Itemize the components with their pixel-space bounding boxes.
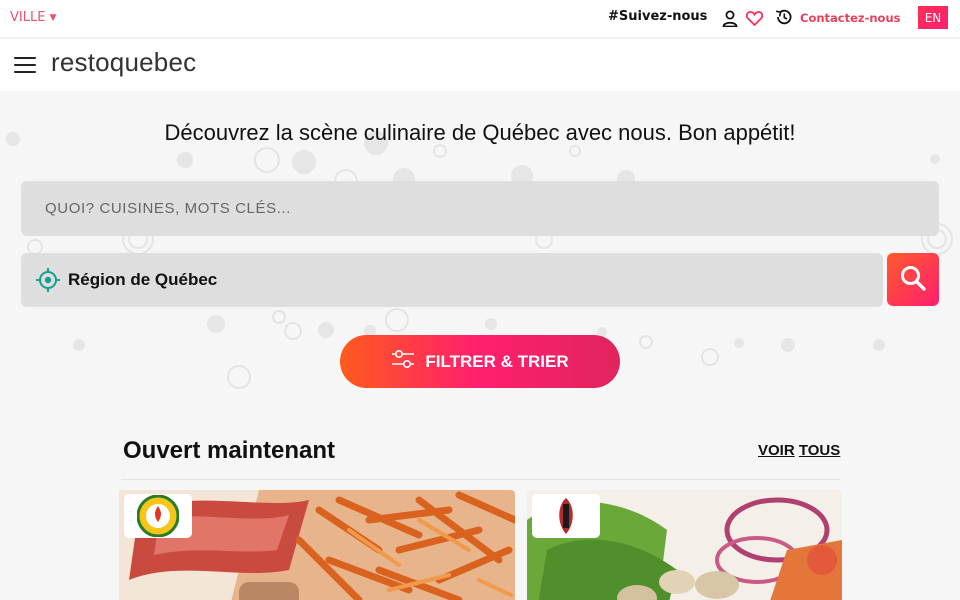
restaurant-card[interactable] xyxy=(527,490,842,600)
top-bar: VILLE ▼ #Suivez-nous Contactez-nous EN xyxy=(0,0,960,38)
hero-section: Découvrez la scène culinaire de Québec a… xyxy=(0,91,960,600)
view-all-word-2: TOUS xyxy=(798,442,841,459)
region-selector[interactable]: Région de Québec xyxy=(21,253,883,307)
search-icon xyxy=(899,264,927,296)
language-toggle[interactable]: EN xyxy=(918,6,948,29)
search-input[interactable] xyxy=(21,181,939,236)
restaurant-logo xyxy=(124,494,192,538)
user-icon[interactable] xyxy=(721,9,739,27)
chevron-down-icon: ▼ xyxy=(49,12,57,23)
city-label: VILLE xyxy=(10,10,46,25)
restaurant-logo xyxy=(532,494,600,538)
heart-icon[interactable] xyxy=(745,9,763,27)
filter-sort-button[interactable]: FILTRER & TRIER xyxy=(340,335,620,388)
section-divider xyxy=(121,479,840,480)
hero-tagline: Découvrez la scène culinaire de Québec a… xyxy=(164,120,796,145)
region-label: Région de Québec xyxy=(68,270,218,289)
filter-sliders-icon xyxy=(391,349,415,374)
contact-link[interactable]: Contactez-nous xyxy=(800,11,901,25)
location-target-icon xyxy=(35,267,61,297)
search-button[interactable] xyxy=(887,253,939,306)
section-title: Ouvert maintenant xyxy=(123,437,336,464)
follow-us-link[interactable]: #Suivez-nous xyxy=(608,9,707,24)
restaurant-card[interactable] xyxy=(119,490,515,600)
view-all-link[interactable]: VOIR TOUS xyxy=(758,442,840,459)
site-logo[interactable]: restoquebec xyxy=(51,47,196,78)
menu-icon[interactable] xyxy=(14,57,36,73)
main-header: restoquebec xyxy=(0,39,960,91)
filter-sort-label: FILTRER & TRIER xyxy=(425,351,569,371)
history-icon[interactable] xyxy=(775,8,793,26)
city-selector[interactable]: VILLE ▼ xyxy=(10,10,56,25)
view-all-word-1: VOIR xyxy=(758,442,795,459)
